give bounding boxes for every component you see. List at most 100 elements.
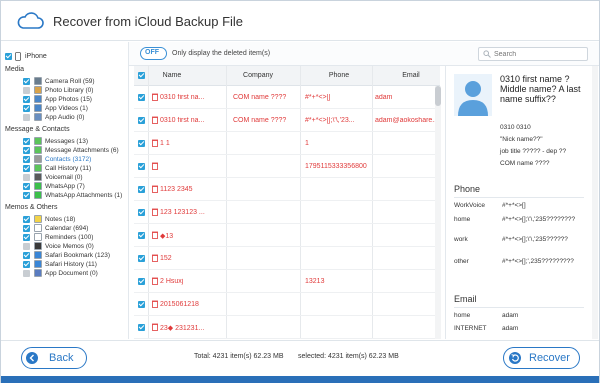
sidebar-item-checkbox[interactable]	[23, 87, 30, 94]
sidebar-item-label: Photo Library (0)	[45, 87, 94, 94]
iphone-checkbox[interactable]	[5, 53, 12, 60]
sidebar-item-checkbox[interactable]	[23, 165, 30, 172]
search-icon	[483, 50, 491, 58]
sidebar-item[interactable]: WhatsApp Attachments (1)	[1, 191, 127, 200]
sidebar-item[interactable]: Safari Bookmark (123)	[1, 251, 127, 260]
sidebar-item[interactable]: Message Attachments (6)	[1, 146, 127, 155]
divider	[454, 307, 584, 308]
row-checkbox[interactable]	[138, 94, 145, 101]
sidebar-item-checkbox[interactable]	[23, 147, 30, 154]
row-checkbox[interactable]	[138, 163, 145, 170]
contact-company: COM name ????	[500, 160, 550, 167]
row-checkbox[interactable]	[138, 140, 145, 147]
sidebar-item-checkbox[interactable]	[23, 225, 30, 232]
detail-scrollbar[interactable]	[592, 66, 598, 339]
sidebar-item[interactable]: Call History (11)	[1, 164, 127, 173]
sidebar-item[interactable]: Calendar (694)	[1, 224, 127, 233]
email-type-label: INTERNET	[454, 325, 487, 332]
cell-email: adam@aokoshare...	[375, 117, 439, 124]
table-row[interactable]: 152	[134, 247, 440, 270]
sidebar-item-checkbox[interactable]	[23, 234, 30, 241]
sidebar-item-checkbox[interactable]	[23, 183, 30, 190]
sidebar-item[interactable]: App Audio (0)	[1, 113, 127, 122]
search-box[interactable]	[478, 47, 588, 61]
sidebar-item-checkbox[interactable]	[23, 114, 30, 121]
sidebar-item[interactable]: Camera Roll (59)	[1, 77, 127, 86]
row-checkbox[interactable]	[138, 232, 145, 239]
recover-button[interactable]: Recover	[503, 347, 580, 369]
sidebar-item-checkbox[interactable]	[23, 138, 30, 145]
sidebar-item-checkbox[interactable]	[23, 78, 30, 85]
table-scrollbar[interactable]	[435, 86, 441, 339]
row-checkbox[interactable]	[138, 255, 145, 262]
sidebar-item[interactable]: Reminders (100)	[1, 233, 127, 242]
sidebar-item[interactable]: Notes (18)	[1, 215, 127, 224]
column-header-phone[interactable]: Phone	[324, 72, 354, 79]
sidebar-item[interactable]: Voicemail (0)	[1, 173, 127, 182]
back-button[interactable]: Back	[21, 347, 87, 369]
table-row[interactable]: 1795115333356800	[134, 155, 440, 178]
phone-type-label: WorkVoice	[454, 202, 485, 209]
column-header-name[interactable]: Name	[162, 72, 182, 79]
column-header-email[interactable]: Email	[396, 72, 426, 79]
sidebar-item-checkbox[interactable]	[23, 156, 30, 163]
sidebar-item[interactable]: Messages (13)	[1, 137, 127, 146]
column-header-company[interactable]: Company	[238, 72, 278, 79]
cell-phone: 13213	[305, 278, 325, 285]
deleted-only-label: Only display the deleted item(s)	[172, 50, 271, 57]
sidebar-item-checkbox[interactable]	[23, 192, 30, 199]
trash-icon	[152, 185, 158, 193]
trash-icon	[152, 300, 158, 308]
sidebar-item[interactable]: Voice Memos (0)	[1, 242, 127, 251]
contact-full-name: 0310 first name ? Middle name? A last na…	[500, 74, 581, 104]
sidebar-item[interactable]: WhatsApp (7)	[1, 182, 127, 191]
row-checkbox[interactable]	[138, 324, 145, 331]
sidebar-item-checkbox[interactable]	[23, 270, 30, 277]
category-icon	[34, 182, 42, 190]
sidebar-item-label: Safari History (11)	[45, 261, 97, 268]
cell-company: COM name ????	[233, 117, 287, 124]
table-row[interactable]: 2 Hsuxj 13213	[134, 270, 440, 293]
category-icon	[34, 95, 42, 103]
row-checkbox[interactable]	[138, 209, 145, 216]
phone-type-label: other	[454, 258, 469, 265]
category-icon	[34, 104, 42, 112]
table-row[interactable]: 2015061218	[134, 293, 440, 316]
sidebar-item-checkbox[interactable]	[23, 243, 30, 250]
cell-email: adam	[375, 94, 393, 101]
sidebar-item-checkbox[interactable]	[23, 174, 30, 181]
sidebar-item-checkbox[interactable]	[23, 96, 30, 103]
sidebar-item[interactable]: Safari History (11)	[1, 260, 127, 269]
table-row[interactable]: 0310 first na... COM name ???? #*+*<>[] ada…	[134, 86, 440, 109]
table-row[interactable]: 123 123123 ...	[134, 201, 440, 224]
select-all-checkbox[interactable]	[138, 72, 145, 79]
sidebar-item-checkbox[interactable]	[23, 105, 30, 112]
row-checkbox[interactable]	[138, 278, 145, 285]
cell-name: 0310 first na...	[160, 117, 205, 124]
sidebar-item[interactable]: Photo Library (0)	[1, 86, 127, 95]
table-scrollbar-thumb[interactable]	[435, 86, 441, 106]
search-input[interactable]	[494, 49, 584, 59]
row-checkbox[interactable]	[138, 117, 145, 124]
cell-name: 152	[160, 255, 172, 262]
cell-name: 23◆ 231231...	[160, 325, 205, 332]
row-checkbox[interactable]	[138, 301, 145, 308]
table-row[interactable]: 0310 first na... COM name ???? #*+*<>[];\'…	[134, 109, 440, 132]
phone-type-label: work	[454, 236, 468, 243]
table-row[interactable]: 1123 2345	[134, 178, 440, 201]
sidebar-item[interactable]: App Document (0)	[1, 269, 127, 278]
category-icon	[34, 164, 42, 172]
row-checkbox[interactable]	[138, 186, 145, 193]
sidebar-item-checkbox[interactable]	[23, 261, 30, 268]
contact-phonetic-name: 0310 0310	[500, 124, 531, 131]
table-row[interactable]: 1 1 1	[134, 132, 440, 155]
table-row[interactable]: 23◆ 231231...	[134, 316, 440, 339]
sidebar-item-checkbox[interactable]	[23, 252, 30, 259]
table-row[interactable]: ◆13	[134, 224, 440, 247]
sidebar-item-checkbox[interactable]	[23, 216, 30, 223]
category-icon	[34, 146, 42, 154]
sidebar-item[interactable]: App Videos (1)	[1, 104, 127, 113]
sidebar-item[interactable]: Contacts (3172)	[1, 155, 127, 164]
deleted-only-toggle[interactable]: OFF	[140, 47, 167, 60]
sidebar-item[interactable]: App Photos (15)	[1, 95, 127, 104]
